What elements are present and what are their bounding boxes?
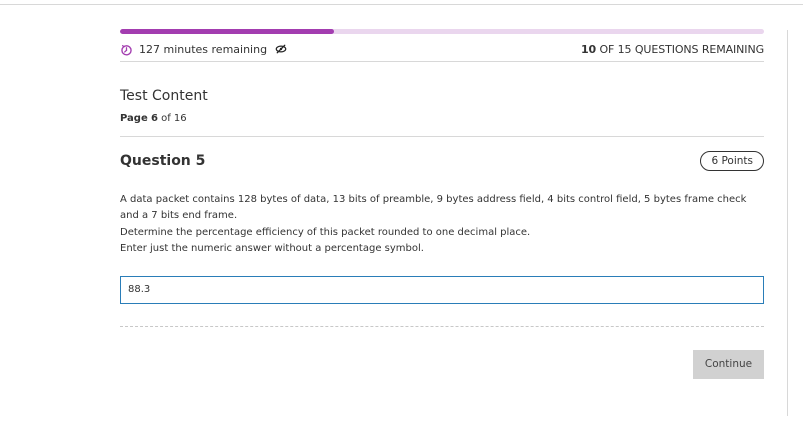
page-total: of 16 [157,113,187,124]
status-row: 127 minutes remaining 10 OF 15 QUESTIONS… [120,37,764,61]
progress-fill [120,29,335,34]
question-title: Question 5 [120,153,206,169]
action-row: Continue [120,349,764,379]
question-line: Determine the percentage efficiency of t… [120,226,531,238]
section-divider [120,136,764,137]
top-divider [0,4,803,5]
timer: 127 minutes remaining [120,43,287,56]
right-divider [787,30,788,416]
continue-button[interactable]: Continue [693,349,764,379]
questions-remaining: 10 OF 15 QUESTIONS REMAINING [581,43,764,56]
question-header: Question 5 6 Points [120,150,764,172]
question-line: Enter just the numeric answer without a … [120,243,424,255]
dashed-divider [120,325,764,327]
points-badge: 6 Points [700,151,764,171]
question-line: A data packet contains 128 bytes of data… [120,194,747,222]
test-panel: 127 minutes remaining 10 OF 15 QUESTIONS… [120,29,764,379]
page-number: 6 [150,113,158,124]
remaining-text: OF 15 QUESTIONS REMAINING [596,42,764,56]
page-indicator: Page 6 of 16 [120,113,764,124]
timer-text: 127 minutes remaining [139,42,268,56]
section-title: Test Content [120,88,208,104]
eye-off-icon[interactable] [275,43,287,55]
timer-icon [121,44,132,56]
remaining-count: 10 [580,42,597,56]
page-prefix: Page [120,113,148,124]
status-divider [120,61,764,62]
question-text: A data packet contains 128 bytes of data… [120,192,764,258]
progress-bar [120,29,764,34]
answer-input[interactable] [120,275,764,304]
